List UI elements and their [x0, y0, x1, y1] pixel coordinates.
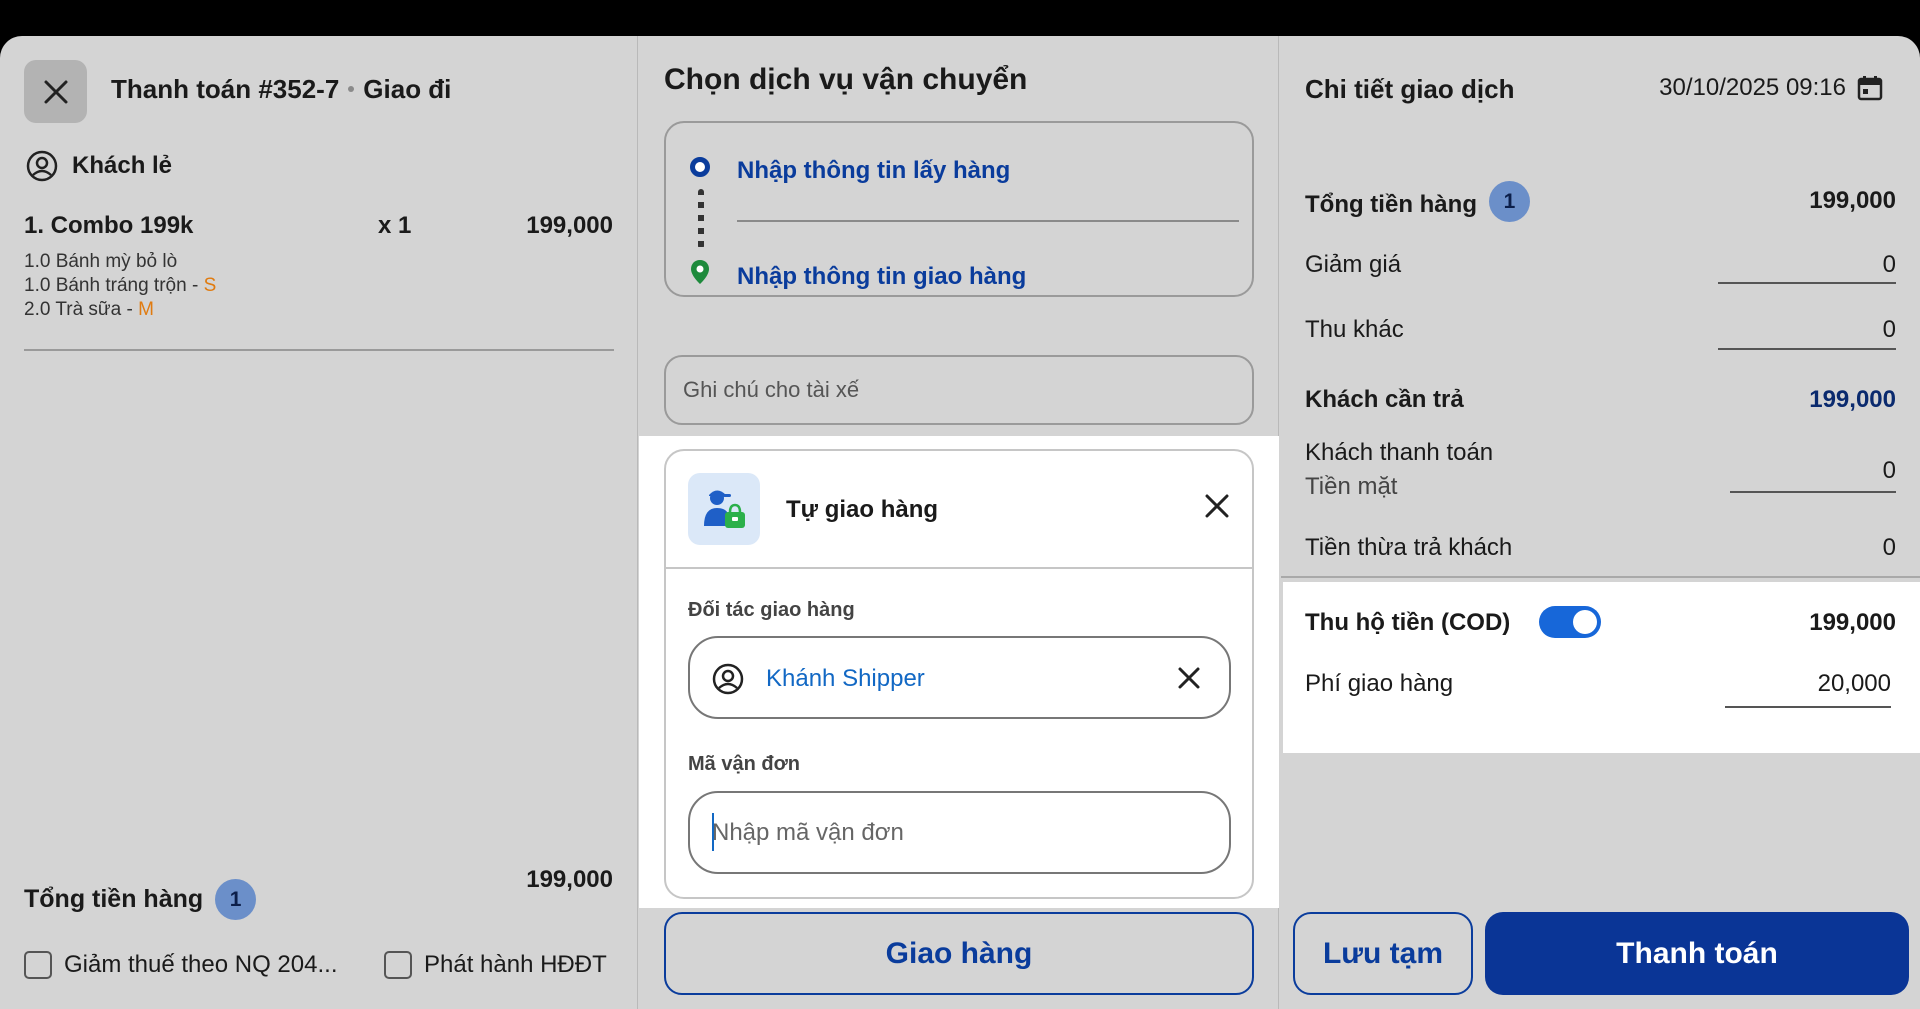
shipping-panel: Chọn dịch vụ vận chuyển Nhập thông tin l… — [639, 36, 1279, 1009]
transaction-date[interactable]: 30/10/2025 09:16 — [1659, 74, 1884, 102]
cod-section — [1283, 582, 1920, 753]
save-draft-button[interactable]: Lưu tạm — [1293, 912, 1473, 995]
address-box: Nhập thông tin lấy hàng Nhập thông tin g… — [664, 121, 1254, 297]
self-delivery-card: Tự giao hàng Đối tác giao hàng Khánh Shi… — [664, 449, 1254, 899]
close-icon[interactable] — [1204, 493, 1230, 519]
pickup-info-link[interactable]: Nhập thông tin lấy hàng — [737, 157, 1010, 185]
order-subitems: 1.0 Bánh mỳ bỏ lò 1.0 Bánh tráng trộn - … — [24, 250, 216, 322]
divider — [666, 567, 1252, 569]
change-row: Tiền thừa trả khách 0 — [1305, 534, 1896, 574]
item-count-badge: 1 — [215, 879, 257, 920]
location-pin-icon — [691, 260, 709, 284]
divider — [737, 220, 1239, 222]
discount-input[interactable]: 0 — [1883, 251, 1896, 279]
clear-icon[interactable] — [1177, 666, 1201, 690]
shipping-fee-input[interactable]: 20,000 — [1818, 670, 1891, 698]
cod-toggle[interactable] — [1539, 606, 1601, 638]
waybill-label: Mã vận đơn — [688, 753, 801, 775]
separator-dot — [348, 86, 355, 93]
delivery-method-title: Tự giao hàng — [786, 496, 939, 523]
change-value: 0 — [1882, 534, 1896, 561]
divider — [1281, 576, 1920, 578]
subitem-option: M — [138, 299, 154, 320]
underline — [1718, 348, 1896, 350]
customer-payment-input[interactable]: 0 — [1883, 457, 1896, 485]
amount-due-value: 199,000 — [1809, 386, 1896, 413]
underline — [1730, 491, 1896, 493]
partner-name: Khánh Shipper — [766, 665, 925, 692]
checkbox-label: Giảm thuế theo NQ 204... — [64, 951, 338, 978]
cod-value: 199,000 — [1809, 609, 1896, 636]
subitem-option: S — [203, 275, 217, 296]
other-fee-row: Thu khác 0 — [1305, 316, 1896, 356]
subtotal-label: Tổng tiền hàng 1 — [1305, 181, 1530, 222]
route-dots — [698, 189, 704, 249]
cod-row: Thu hộ tiền (COD) 199,000 — [1305, 609, 1896, 649]
order-total-value: 199,000 — [526, 866, 613, 893]
payment-method[interactable]: Tiền mặt — [1305, 473, 1397, 501]
pay-button[interactable]: Thanh toán — [1485, 912, 1909, 995]
order-item-price: 199,000 — [526, 212, 613, 239]
customer-payment-label: Khách thanh toán — [1305, 439, 1494, 466]
tax-reduction-checkbox[interactable]: Giảm thuế theo NQ 204... — [24, 951, 337, 979]
waybill-input[interactable] — [688, 791, 1231, 874]
close-icon — [44, 80, 67, 103]
discount-label: Giảm giá — [1305, 251, 1402, 278]
shipping-fee-row: Phí giao hàng 20,000 — [1305, 670, 1896, 710]
amount-due-label: Khách cần trả — [1305, 386, 1464, 413]
text-cursor — [712, 813, 714, 851]
discount-row: Giảm giá 0 — [1305, 251, 1896, 291]
toggle-knob — [1573, 610, 1597, 634]
user-circle-icon — [712, 663, 744, 695]
amount-due-row: Khách cần trả 199,000 — [1305, 386, 1896, 426]
other-fee-label: Thu khác — [1305, 316, 1404, 343]
pickup-dot-icon — [690, 157, 710, 177]
shipping-fee-label: Phí giao hàng — [1305, 670, 1454, 697]
customer-payment-row: Khách thanh toán Tiền mặt 0 — [1305, 439, 1896, 509]
subitem: 1.0 Bánh tráng trộn - S — [24, 275, 217, 296]
change-label: Tiền thừa trả khách — [1305, 534, 1513, 561]
order-mode: Giao đi — [363, 74, 452, 104]
calendar-icon — [1857, 76, 1883, 101]
customer-selector[interactable]: Khách lẻ — [26, 150, 172, 182]
underline — [1718, 282, 1896, 284]
user-circle-icon — [26, 150, 58, 182]
checkbox-box[interactable] — [384, 951, 412, 979]
driver-note-input[interactable] — [664, 355, 1254, 425]
ship-button[interactable]: Giao hàng — [664, 912, 1254, 995]
e-invoice-checkbox[interactable]: Phát hành HĐĐT — [384, 951, 607, 979]
checkbox-box[interactable] — [24, 951, 52, 979]
other-fee-input[interactable]: 0 — [1883, 316, 1896, 344]
divider — [24, 349, 614, 351]
order-total-label: Tổng tiền hàng 1 — [24, 879, 257, 920]
subitem: 2.0 Trà sữa - M — [24, 299, 154, 320]
datetime-value: 30/10/2025 09:16 — [1659, 74, 1846, 101]
status-bar — [0, 0, 1920, 36]
customer-name: Khách lẻ — [72, 152, 173, 179]
shipping-title: Chọn dịch vụ vận chuyển — [664, 63, 1028, 96]
underline — [1725, 706, 1891, 708]
subtotal-value: 199,000 — [1809, 187, 1896, 214]
delivery-person-icon — [688, 473, 760, 545]
item-count-badge: 1 — [1488, 181, 1530, 222]
partner-label: Đối tác giao hàng — [688, 599, 855, 621]
page-title: Thanh toán #352-7 Giao đi — [111, 74, 451, 105]
order-item-name[interactable]: 1. Combo 199k — [24, 212, 193, 240]
checkbox-label: Phát hành HĐĐT — [424, 951, 607, 978]
delivery-info-link[interactable]: Nhập thông tin giao hàng — [737, 263, 1026, 291]
subitem: 1.0 Bánh mỳ bỏ lò — [24, 251, 178, 272]
order-summary-panel: Thanh toán #352-7 Giao đi Khách lẻ 1. Com… — [0, 36, 638, 1009]
partner-select[interactable]: Khánh Shipper — [688, 636, 1231, 719]
close-button[interactable] — [24, 60, 87, 123]
subtotal-row: Tổng tiền hàng 1 199,000 — [1305, 181, 1896, 222]
transaction-panel: Chi tiết giao dịch 30/10/2025 09:16 Tổng… — [1281, 36, 1920, 1009]
order-title: Thanh toán #352-7 — [111, 74, 340, 104]
transaction-title: Chi tiết giao dịch — [1305, 74, 1515, 104]
checkout-screen: Thanh toán #352-7 Giao đi Khách lẻ 1. Com… — [0, 36, 1920, 1009]
cod-label: Thu hộ tiền (COD) — [1305, 609, 1511, 636]
order-item-qty: x 1 — [378, 212, 412, 239]
